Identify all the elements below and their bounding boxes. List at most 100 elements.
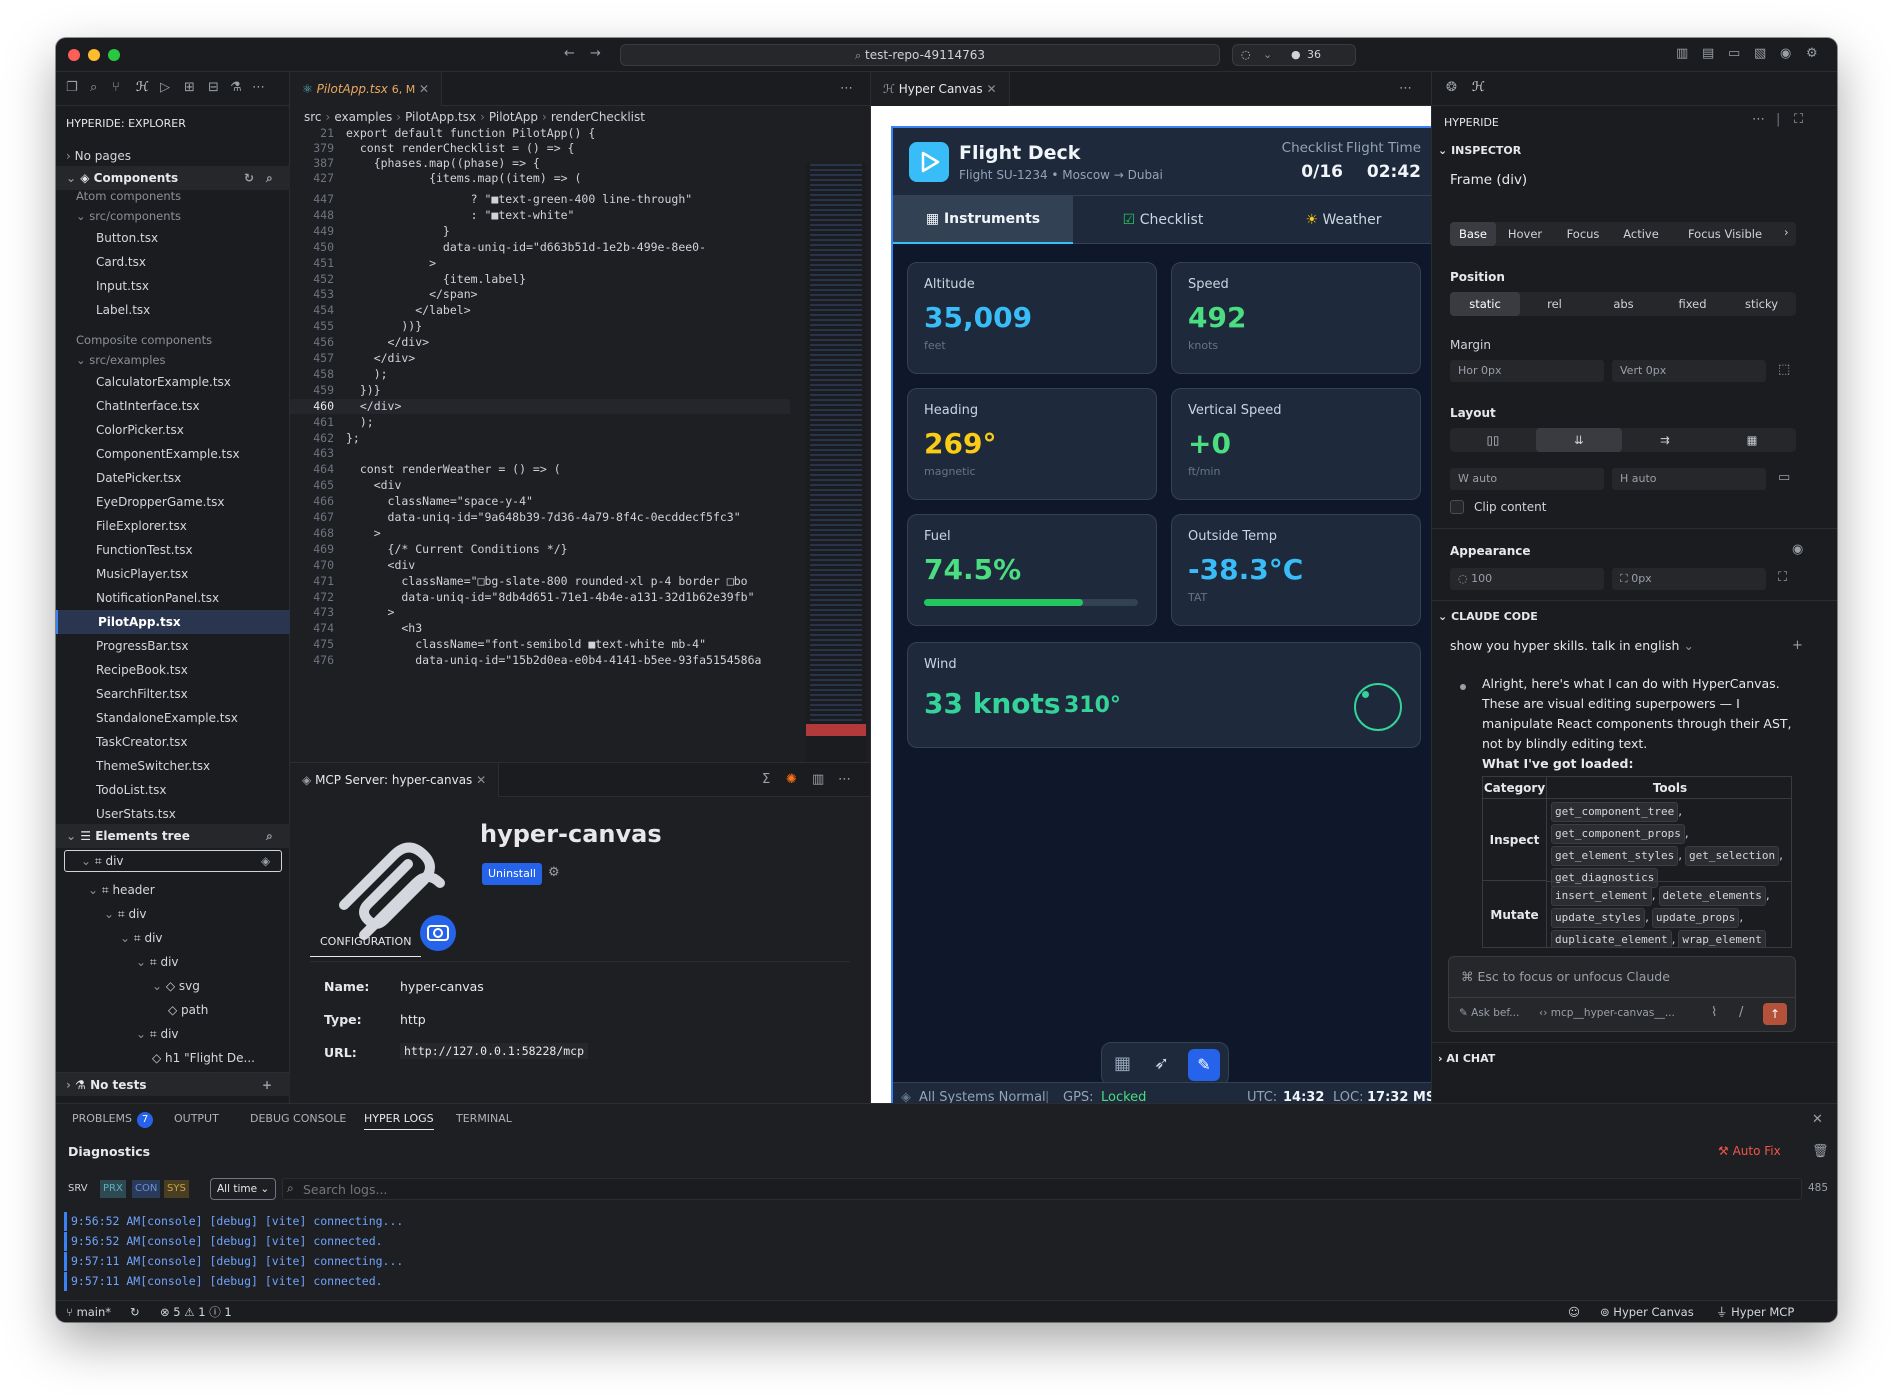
breadcrumb-item[interactable]: renderChecklist [551,110,645,124]
toggle-sidebar-icon[interactable]: ▤ [1702,46,1714,61]
extensions-icon[interactable]: ⊞ [184,80,195,95]
code-line[interactable]: 387 {phases.map((phase) => { [290,156,790,171]
code-line[interactable]: 449 } [290,224,790,239]
source-control-icon[interactable]: ⑂ [112,80,120,95]
hyperide-icon[interactable]: ℋ [1472,80,1485,95]
code-line[interactable]: 465 <div [290,478,790,493]
code-line[interactable]: 475 className="font-semibold ■text-white… [290,637,790,652]
segment-option[interactable]: Focus Visible [1670,222,1780,246]
tree-node[interactable]: ◇ path [56,998,290,1022]
code-line[interactable]: 472 data-uniq-id="8db4d651-71e1-4b4e-a13… [290,590,790,605]
segment-option[interactable]: sticky [1727,292,1796,316]
ask-before-edit-toggle[interactable]: ✎ Ask bef... [1459,1007,1519,1019]
height-input[interactable]: H auto [1612,468,1766,490]
bottom-tab[interactable]: PROBLEMS 7 [72,1112,154,1128]
tab-weather[interactable]: ☀ Weather [1253,196,1434,244]
file-item[interactable]: RecipeBook.tsx [56,658,290,682]
close-window-button[interactable] [68,49,80,61]
auto-fix-button[interactable]: ⚒ Auto Fix [1718,1144,1781,1158]
code-line[interactable]: 427 {items.map((item) => ( [290,171,790,186]
code-line[interactable]: 476 data-uniq-id="15b2d0ea-e0b4-4141-b5e… [290,653,790,668]
minimize-window-button[interactable] [88,49,100,61]
segment-option[interactable]: fixed [1658,292,1727,316]
slash-command-icon[interactable]: / [1739,1005,1743,1020]
radius-input[interactable]: ⛶ 0px [1612,568,1766,590]
bottom-tab[interactable]: HYPER LOGS [364,1112,434,1130]
composite-path[interactable]: ⌄ src/examples [56,350,290,370]
breadcrumb-item[interactable]: src [304,110,322,124]
size-mode-icon[interactable]: ▭ [1778,470,1790,485]
code-line[interactable]: 21 export default function PilotApp() { [290,126,790,141]
instrument-card[interactable]: Vertical Speed +0 ft/min [1171,388,1421,500]
instrument-card[interactable]: Speed 492 knots [1171,262,1421,374]
file-item[interactable]: StandaloneExample.tsx [56,706,290,730]
no-tests-section[interactable]: › ⚗ No tests + [56,1072,290,1096]
tree-node[interactable]: ⌄ ⌗ div [56,902,290,926]
command-search[interactable]: ⌕ test-repo-49114763 [620,44,1220,66]
more-icon[interactable]: ⋯ [1752,112,1765,127]
file-item[interactable]: Card.tsx [56,250,290,274]
chevron-right-icon[interactable]: › [1784,225,1789,239]
code-line[interactable]: 452 {item.label} [290,272,790,287]
log-search-input[interactable] [303,1180,1783,1198]
atom-path[interactable]: ⌄ src/components [56,206,290,226]
breadcrumb-item[interactable]: PilotApp [489,110,538,124]
opacity-input[interactable]: ◌ 100 [1450,568,1604,590]
code-line[interactable]: 468 > [290,526,790,541]
claude-icon[interactable]: ✺ [786,772,797,787]
file-item[interactable]: NotificationPanel.tsx [56,586,290,610]
file-item[interactable]: TaskCreator.tsx [56,730,290,754]
margin-horizontal-input[interactable]: Hor 0px [1450,360,1604,382]
git-icon[interactable]: ⊟ [208,80,219,95]
brush-icon[interactable]: ✎ [1188,1049,1220,1081]
segment-option[interactable]: Hover [1496,222,1554,246]
code-line[interactable]: 464 const renderWeather = () => ( [290,462,790,477]
segment-option[interactable]: abs [1589,292,1658,316]
layout-grid-icon[interactable]: ▦ [1708,428,1796,452]
width-input[interactable]: W auto [1450,468,1604,490]
code-line[interactable]: 461 ); [290,415,790,430]
file-item[interactable]: TodoList.tsx [56,778,290,802]
radius-expand-icon[interactable]: ⛶ [1778,570,1787,585]
flight-deck-frame[interactable]: Flight Deck Flight SU-1234 • Moscow → Du… [891,126,1445,1111]
tab-checklist[interactable]: ☑ Checklist [1073,196,1253,244]
code-line[interactable]: 450 data-uniq-id="d663b51d-1e2b-499e-8ee… [290,240,790,255]
config-value[interactable]: http://127.0.0.1:58228/mcp [400,1043,589,1059]
tab-configuration[interactable]: CONFIGURATION [310,927,422,957]
file-item[interactable]: EyeDropperGame.tsx [56,490,290,514]
problems-indicator[interactable]: ⊗ 5 ⚠ 1 ⓘ 1 [160,1301,232,1322]
openai-icon[interactable]: ❂ [1446,80,1457,95]
tree-node[interactable]: ⌄ ⌗ div [56,950,290,974]
file-item[interactable]: SearchFilter.tsx [56,682,290,706]
gear-icon[interactable]: ⚙ [1806,46,1818,61]
toggle-panel-icon[interactable]: ▭ [1728,46,1740,61]
paperclip-icon[interactable]: ⌇ [1711,1005,1717,1020]
code-line[interactable]: 460 </div> [290,398,790,414]
more-icon[interactable]: ⋯ [840,81,853,96]
code-line[interactable]: 466 className="space-y-4" [290,494,790,509]
filter-con[interactable]: CON [132,1180,161,1198]
session-selector[interactable]: show you hyper skills. talk in english ⌄ [1450,638,1694,653]
layout-column-icon[interactable]: ⇊ [1536,428,1622,452]
run-debug-icon[interactable]: ▷ [160,80,170,95]
hyperide-icon[interactable]: ℋ [136,80,149,95]
filter-srv[interactable]: SRV [68,1180,88,1198]
sync-icon[interactable]: ↻ [130,1301,140,1322]
split-editor-icon[interactable]: ▥ [812,772,824,787]
bottom-tab[interactable]: DEBUG CONSOLE [250,1112,346,1125]
code-line[interactable]: 470 <div [290,558,790,573]
bottom-tab[interactable]: TERMINAL [456,1112,512,1125]
more-icon[interactable]: ⋯ [1399,81,1412,96]
expand-icon[interactable]: ⛶ [1794,112,1803,127]
file-item[interactable]: ThemeSwitcher.tsx [56,754,290,778]
filter-sys[interactable]: SYS [164,1180,189,1198]
tree-node-selected[interactable]: ⌄ ⌗ div ◈ [64,850,282,872]
inspector-section[interactable]: ⌄ INSPECTOR [1438,144,1521,157]
file-item[interactable]: DatePicker.tsx [56,466,290,490]
file-item[interactable]: ProgressBar.tsx [56,634,290,658]
tab-pilotapp[interactable]: ⚛ PilotApp.tsx 6, M ✕ [290,72,443,106]
file-item[interactable]: MusicPlayer.tsx [56,562,290,586]
breadcrumb-item[interactable]: examples [334,110,392,124]
code-line[interactable]: 456 </div> [290,335,790,350]
segment-option[interactable]: Active [1612,222,1670,246]
